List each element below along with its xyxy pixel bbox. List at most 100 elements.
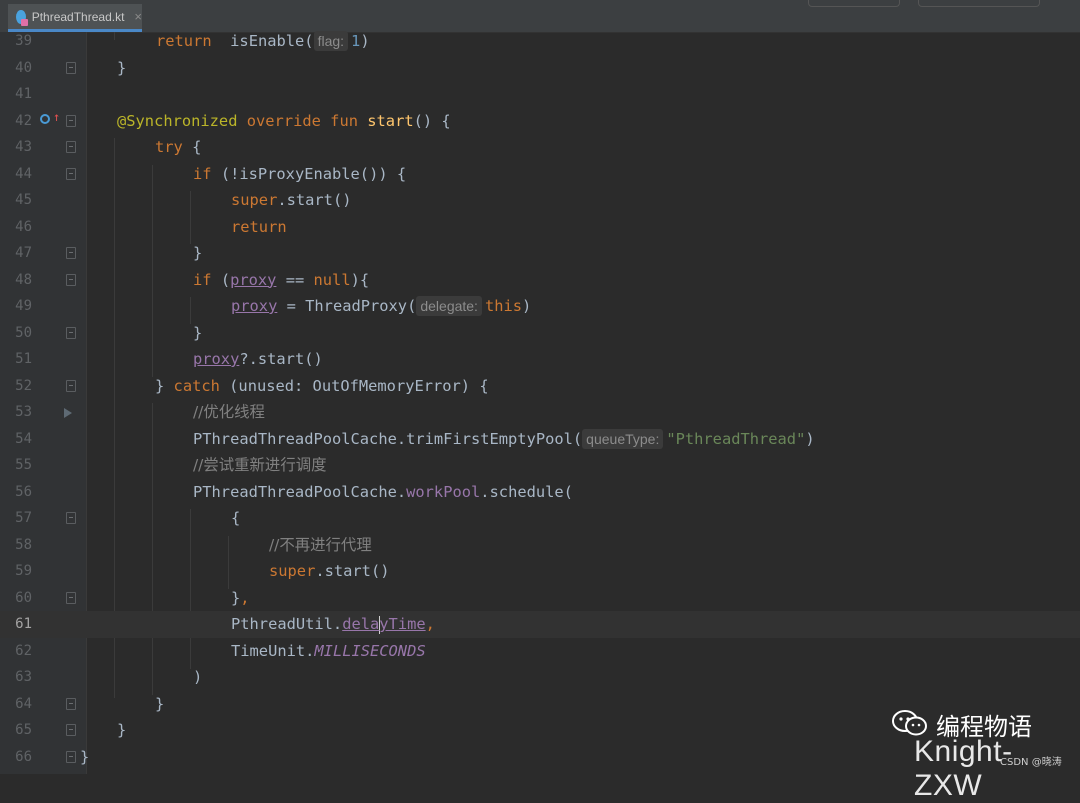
line-number: 50 xyxy=(15,324,32,341)
line-number: 42 xyxy=(15,112,32,129)
code-line[interactable]: 54 PThreadThreadPoolCache.trimFirstEmpty… xyxy=(0,426,1080,453)
code-text: (unused: OutOfMemoryError) { xyxy=(219,376,489,395)
code-line[interactable]: 55 //尝试重新进行调度 xyxy=(0,452,1080,479)
property-reference: workPool xyxy=(406,482,481,501)
fold-marker-icon[interactable] xyxy=(66,273,76,286)
line-number: 66 xyxy=(15,748,32,765)
line-number: 39 xyxy=(15,33,32,49)
fold-marker-icon[interactable] xyxy=(66,247,76,259)
keyword: override xyxy=(246,111,321,130)
code-line[interactable]: 57 { xyxy=(0,505,1080,532)
fold-marker-icon[interactable] xyxy=(66,114,76,127)
code-line[interactable]: 44 if (!isProxyEnable()) { xyxy=(0,161,1080,188)
code-line[interactable]: 48 if (proxy == null){ xyxy=(0,267,1080,294)
fold-marker-icon[interactable] xyxy=(66,724,76,736)
toolbar-edge xyxy=(918,0,1040,7)
keyword: catch xyxy=(173,376,220,395)
up-arrow-icon: ↑ xyxy=(53,109,61,124)
enum-constant: MILLISECONDS xyxy=(314,641,426,660)
property-reference: yTime xyxy=(379,615,426,633)
line-number: 54 xyxy=(15,430,32,447)
code-line[interactable]: 46 return xyxy=(0,214,1080,241)
keyword: return xyxy=(231,217,287,236)
code-text: } xyxy=(231,588,241,607)
fold-marker-icon[interactable] xyxy=(66,591,76,604)
code-line[interactable]: 47 } xyxy=(0,240,1080,267)
code-text: PThreadThreadPoolCache.trimFirstEmptyPoo… xyxy=(193,429,583,448)
code-line[interactable]: 52 } catch (unused: OutOfMemoryError) { xyxy=(0,373,1080,400)
code-comment: //尝试重新进行调度 xyxy=(193,456,327,474)
fold-marker-icon[interactable] xyxy=(66,750,76,763)
fold-marker-icon[interactable] xyxy=(66,61,76,74)
parameter-hint: queueType: xyxy=(582,428,664,449)
code-line[interactable]: 41 xyxy=(0,81,1080,108)
keyword: , xyxy=(425,615,435,633)
line-number: 61 xyxy=(15,616,32,632)
code-text: } xyxy=(117,58,127,77)
function-name: start xyxy=(367,111,414,130)
code-line[interactable]: 53 //优化线程 xyxy=(0,399,1080,426)
code-text: } xyxy=(117,721,127,739)
watermark-author: Knight-ZXW xyxy=(914,735,1013,802)
code-line[interactable]: 60 }, xyxy=(0,585,1080,612)
code-line[interactable]: 63 ) xyxy=(0,664,1080,691)
code-line[interactable]: 40 } xyxy=(0,55,1080,82)
code-line[interactable]: 62 TimeUnit.MILLISECONDS xyxy=(0,638,1080,665)
code-editor[interactable]: 39 return isEnable(flag: 1) 40 } 41 42 ↑ … xyxy=(0,31,1080,774)
code-text: .schedule( xyxy=(480,482,573,501)
property-reference: proxy xyxy=(230,270,277,289)
code-line[interactable]: 50 } xyxy=(0,320,1080,347)
code-text: .start() xyxy=(315,562,390,580)
wechat-logo-icon xyxy=(892,710,927,736)
overrides-method-icon[interactable] xyxy=(40,113,50,124)
watermark-csdn: CSDN @晓涛 xyxy=(1000,757,1062,768)
property-reference: proxy xyxy=(193,350,240,368)
kotlin-file-icon xyxy=(16,9,28,26)
line-number: 52 xyxy=(15,377,32,394)
code-line[interactable]: 59 super.start() xyxy=(0,558,1080,585)
close-icon[interactable]: × xyxy=(134,9,142,24)
fold-marker-icon[interactable] xyxy=(66,326,76,339)
line-number: 51 xyxy=(15,351,32,367)
line-number: 46 xyxy=(15,218,32,235)
code-line[interactable]: 45 super.start() xyxy=(0,187,1080,214)
keyword: null xyxy=(313,270,351,289)
code-text: () { xyxy=(413,111,451,130)
line-number: 47 xyxy=(15,245,32,261)
line-number: 55 xyxy=(15,457,32,473)
number-literal: 1 xyxy=(351,32,361,50)
line-number: 48 xyxy=(15,271,32,288)
fold-marker-icon[interactable] xyxy=(66,379,76,392)
fold-marker-icon[interactable] xyxy=(66,167,76,180)
code-line[interactable]: 58 //不再进行代理 xyxy=(0,532,1080,559)
code-line[interactable]: 43 try { xyxy=(0,134,1080,161)
property-reference: dela xyxy=(342,615,380,633)
code-line[interactable]: 42 ↑ @Synchronized override fun start() … xyxy=(0,108,1080,135)
code-line[interactable]: 56 PThreadThreadPoolCache.workPool.sched… xyxy=(0,479,1080,506)
code-text: } xyxy=(193,244,203,262)
line-number: 40 xyxy=(15,59,32,76)
current-code-line[interactable]: 61 PthreadUtil.delayTime, xyxy=(0,611,1080,638)
code-comment: //优化线程 xyxy=(193,403,265,421)
fold-marker-icon[interactable] xyxy=(66,512,76,524)
keyword: super xyxy=(231,191,278,209)
keyword: return xyxy=(156,32,212,50)
code-text: { xyxy=(231,509,241,527)
fold-marker-icon[interactable] xyxy=(66,697,76,710)
code-text: (!isProxyEnable()) { xyxy=(211,164,407,183)
code-text: ) xyxy=(360,32,370,50)
code-text: ( xyxy=(211,270,231,289)
code-text: TimeUnit. xyxy=(231,641,315,660)
toolbar-edge xyxy=(808,0,900,7)
line-number: 59 xyxy=(15,563,32,579)
code-line[interactable]: 39 return isEnable(flag: 1) xyxy=(0,28,1080,55)
play-icon[interactable] xyxy=(64,408,72,418)
code-text: ) xyxy=(522,297,532,315)
code-text: } xyxy=(80,747,90,766)
code-comment: //不再进行代理 xyxy=(269,535,372,554)
fold-marker-icon[interactable] xyxy=(66,141,76,153)
line-number: 45 xyxy=(15,192,32,208)
code-line[interactable]: 51 proxy?.start() xyxy=(0,346,1080,373)
code-text: { xyxy=(182,138,202,156)
code-line[interactable]: 49 proxy = ThreadProxy(delegate: this) xyxy=(0,293,1080,320)
